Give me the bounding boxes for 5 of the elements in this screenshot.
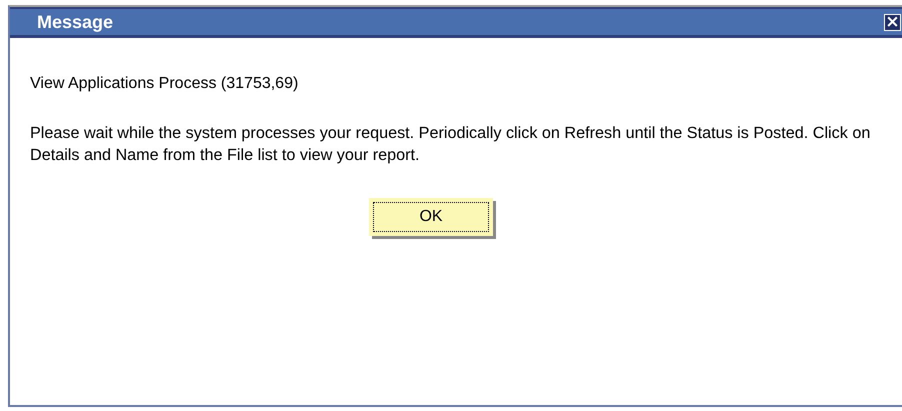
window-title: Message — [37, 12, 114, 32]
ok-button[interactable]: OK — [369, 198, 493, 236]
process-heading: View Applications Process (31753,69) — [30, 75, 300, 93]
message-text: Please wait while the system processes your request. Periodically click on Refresh until the Status is Posted. Click on Details and Name from the File list to view your report. — [30, 123, 872, 166]
close-button[interactable]: × — [884, 14, 901, 30]
